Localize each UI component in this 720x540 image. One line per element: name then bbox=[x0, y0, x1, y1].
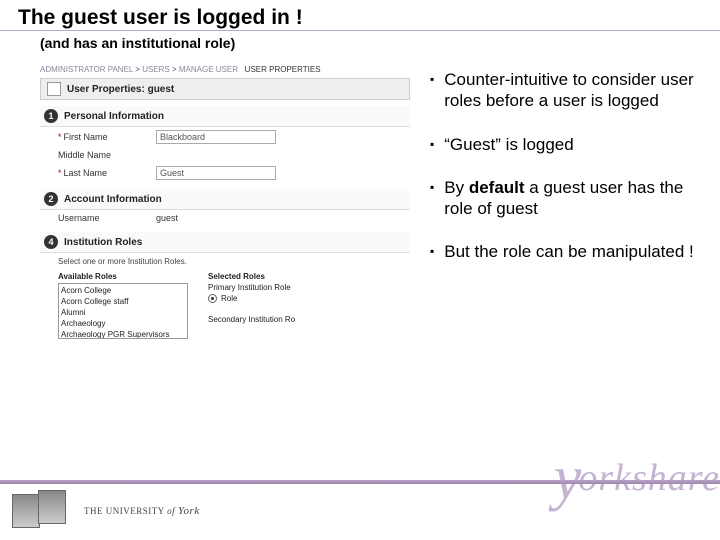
section-number-4: 4 bbox=[44, 235, 58, 249]
breadcrumb-admin: ADMINISTRATOR PANEL bbox=[40, 65, 133, 74]
roles-instruction: Select one or more Institution Roles. bbox=[40, 253, 410, 270]
bullet-item: ▪ But the role can be manipulated ! bbox=[430, 241, 710, 262]
bullet-marker-icon: ▪ bbox=[430, 244, 434, 262]
radio-selected-icon[interactable] bbox=[208, 294, 217, 303]
footer: THE UNIVERSITY of York bbox=[0, 480, 720, 540]
username-label: Username bbox=[58, 213, 148, 223]
slide-subtitle: (and has an institutional role) bbox=[0, 31, 720, 57]
university-label: THE UNIVERSITY of York bbox=[84, 505, 200, 517]
role-option[interactable]: Alumni bbox=[61, 307, 185, 318]
panel-title: User Properties: guest bbox=[67, 84, 174, 95]
role-option[interactable]: Acorn College bbox=[61, 285, 185, 296]
bullet-text: Counter-intuitive to consider user roles… bbox=[444, 69, 710, 112]
role-option[interactable]: Archaeology PGR Supervisors bbox=[61, 329, 185, 339]
panel-header: User Properties: guest bbox=[40, 78, 410, 100]
bullet-text: But the role can be manipulated ! bbox=[444, 241, 694, 262]
section-roles: 4 Institution Roles bbox=[40, 232, 410, 253]
available-roles-label: Available Roles bbox=[58, 272, 188, 281]
bullet-marker-icon: ▪ bbox=[430, 137, 434, 155]
breadcrumb: ADMINISTRATOR PANEL > USERS > MANAGE USE… bbox=[40, 65, 410, 78]
primary-role-value: Role bbox=[221, 294, 237, 303]
section-label-1: Personal Information bbox=[64, 111, 164, 122]
middle-name-label: Middle Name bbox=[58, 150, 148, 160]
breadcrumb-manage: MANAGE USER bbox=[179, 65, 238, 74]
username-row: Username guest bbox=[40, 210, 410, 226]
last-name-input[interactable]: Guest bbox=[156, 166, 276, 180]
bullet-list: ▪ Counter-intuitive to consider user rol… bbox=[430, 65, 710, 341]
server-icon bbox=[12, 494, 40, 528]
bullet-item: ▪ “Guest” is logged bbox=[430, 134, 710, 155]
bullet-marker-icon: ▪ bbox=[430, 180, 434, 220]
server-icon bbox=[38, 490, 66, 524]
content-area: ADMINISTRATOR PANEL > USERS > MANAGE USE… bbox=[0, 57, 720, 341]
server-logo bbox=[8, 488, 78, 534]
available-roles-listbox[interactable]: Acorn College Acorn College staff Alumni… bbox=[58, 283, 188, 339]
section-personal: 1 Personal Information bbox=[40, 106, 410, 127]
section-label-4: Institution Roles bbox=[64, 237, 142, 248]
properties-screenshot: ADMINISTRATOR PANEL > USERS > MANAGE USE… bbox=[40, 65, 410, 341]
roles-columns: Available Roles Acorn College Acorn Coll… bbox=[40, 270, 410, 341]
available-roles-col: Available Roles Acorn College Acorn Coll… bbox=[58, 272, 188, 339]
middle-name-row: Middle Name bbox=[40, 147, 410, 163]
last-name-row: *Last Name Guest bbox=[40, 163, 410, 183]
username-value: guest bbox=[156, 213, 178, 223]
primary-role-label: Primary Institution Role bbox=[208, 283, 295, 292]
selected-roles-label: Selected Roles bbox=[208, 272, 295, 281]
selected-roles-col: Selected Roles Primary Institution Role … bbox=[208, 272, 295, 339]
role-option[interactable]: Archaeology bbox=[61, 318, 185, 329]
breadcrumb-current: USER PROPERTIES bbox=[245, 65, 321, 74]
first-name-label: First Name bbox=[64, 132, 108, 142]
role-option[interactable]: Acorn College staff bbox=[61, 296, 185, 307]
bullet-marker-icon: ▪ bbox=[430, 72, 434, 112]
section-number-1: 1 bbox=[44, 109, 58, 123]
bullet-item: ▪ Counter-intuitive to consider user rol… bbox=[430, 69, 710, 112]
bullet-item: ▪ By default a guest user has the role o… bbox=[430, 177, 710, 220]
primary-role-row: Role bbox=[208, 294, 295, 303]
section-number-2: 2 bbox=[44, 192, 58, 206]
section-label-2: Account Information bbox=[64, 194, 162, 205]
first-name-row: *First Name Blackboard bbox=[40, 127, 410, 147]
bullet-text: By default a guest user has the role of … bbox=[444, 177, 710, 220]
first-name-input[interactable]: Blackboard bbox=[156, 130, 276, 144]
last-name-label: Last Name bbox=[64, 168, 108, 178]
secondary-role-label: Secondary Institution Ro bbox=[208, 315, 295, 324]
slide-title: The guest user is logged in ! bbox=[0, 0, 720, 31]
breadcrumb-users: USERS bbox=[142, 65, 170, 74]
document-icon bbox=[47, 82, 61, 96]
bullet-text: “Guest” is logged bbox=[444, 134, 573, 155]
section-account: 2 Account Information bbox=[40, 189, 410, 210]
